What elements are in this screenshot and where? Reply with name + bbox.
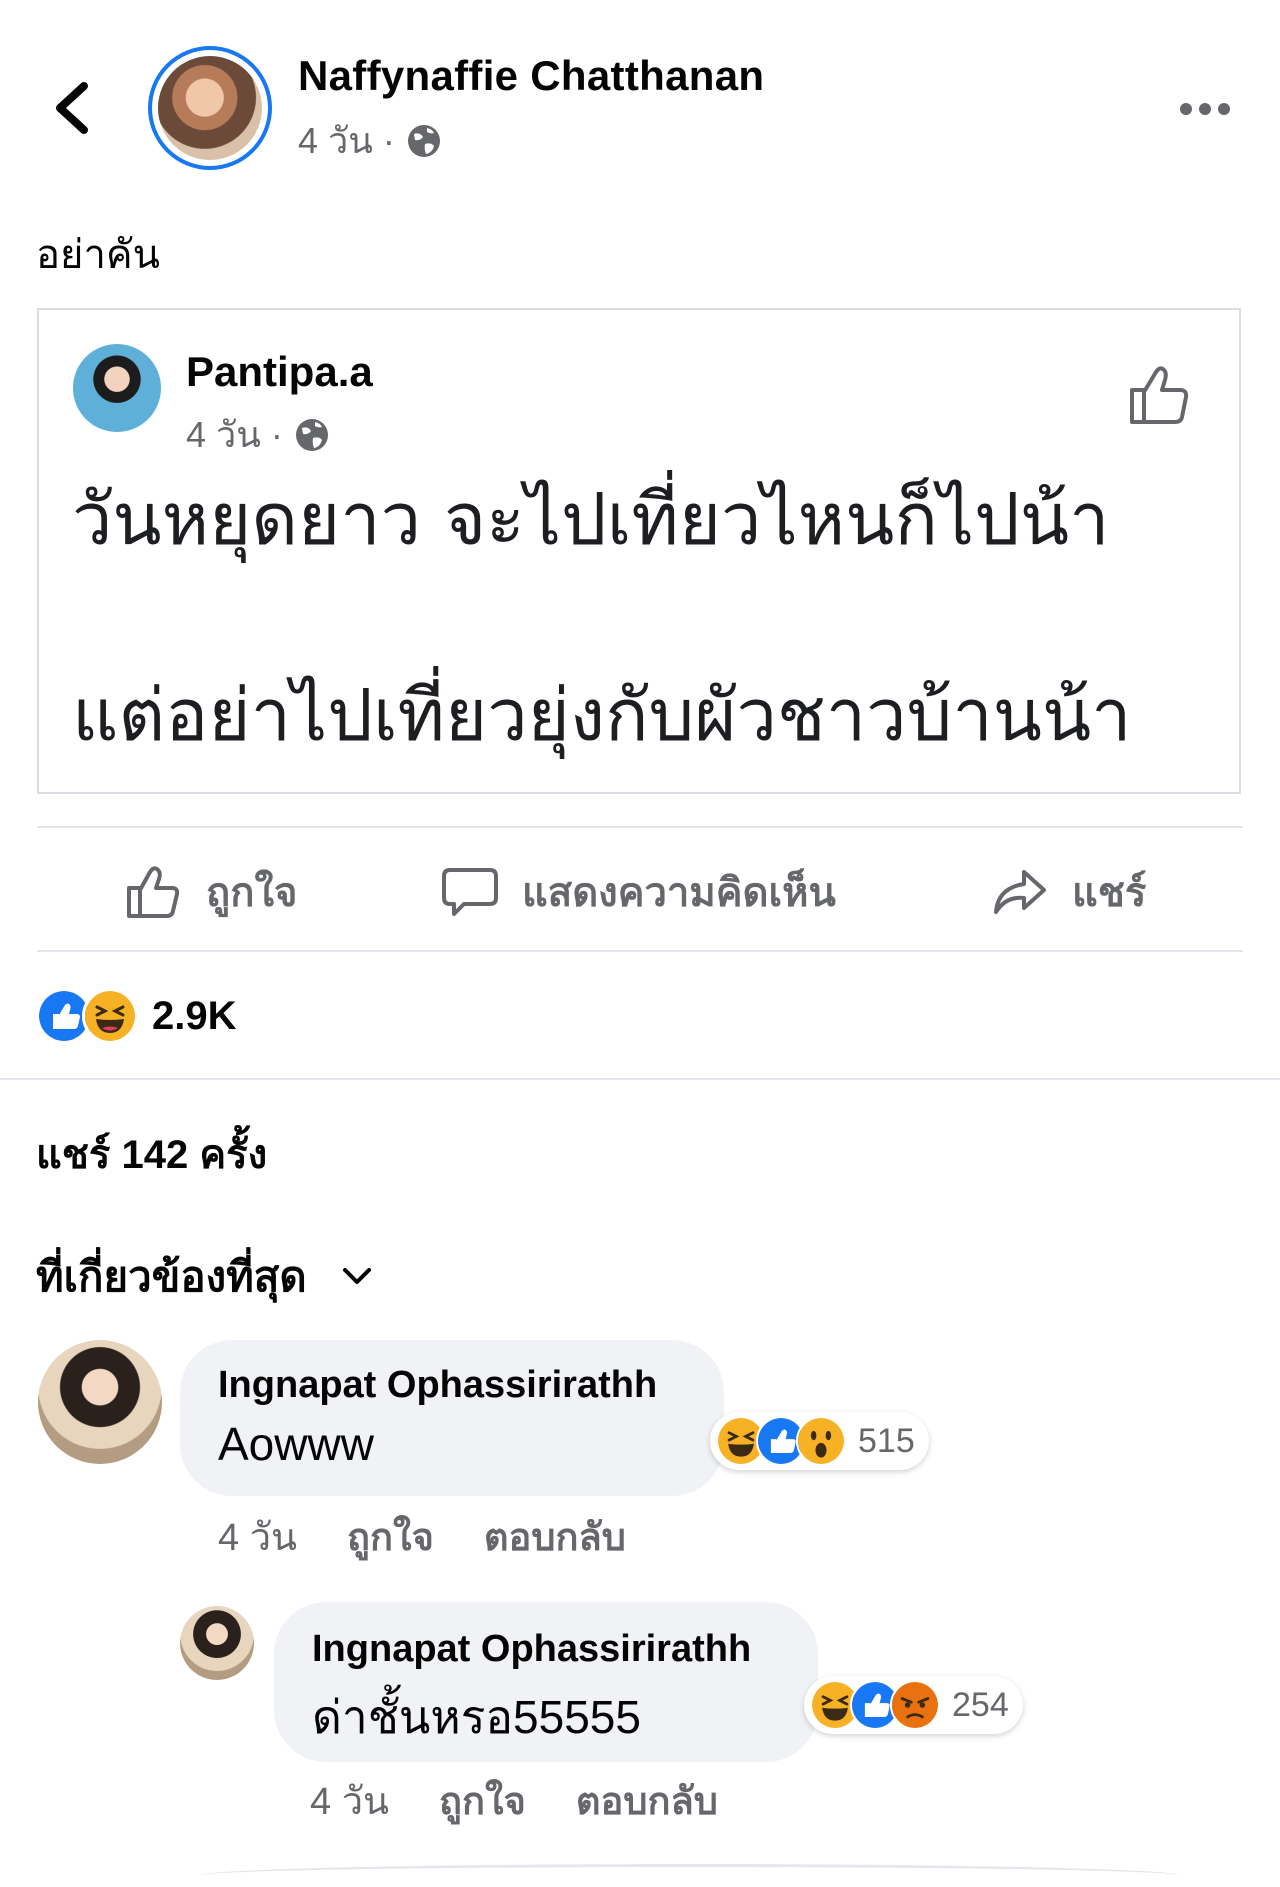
sort-label: ที่เกี่ยวข้องที่สุด (36, 1253, 307, 1300)
comment-reply-button[interactable]: ตอบกลับ (576, 1770, 718, 1831)
meta-separator: · (270, 413, 283, 455)
comment-text: Aowww (218, 1418, 374, 1470)
share-arrow-icon (994, 870, 1046, 914)
angry-icon (890, 1680, 940, 1730)
post-meta: 4 วัน · (298, 112, 443, 169)
commenter-avatar[interactable] (180, 1606, 254, 1680)
comment-sort-dropdown[interactable]: ที่เกี่ยวข้องที่สุด (36, 1244, 373, 1310)
like-label: ถูกใจ (206, 871, 298, 915)
comment-bubble[interactable]: Ingnapat Ophassirirathh ด่าชั้นหรอ55555 (274, 1602, 818, 1762)
comment-reactions[interactable]: 254 (804, 1676, 1023, 1734)
wow-icon (796, 1416, 846, 1466)
comment-icon (442, 868, 498, 916)
divider (0, 1078, 1280, 1080)
share-label: แชร์ (1072, 871, 1147, 915)
divider (37, 950, 1243, 952)
comment-reaction-count: 254 (952, 1685, 1009, 1724)
post-author-name[interactable]: Naffynaffie Chatthanan (298, 52, 764, 100)
comment-reply-button[interactable]: ตอบกลับ (484, 1506, 626, 1567)
globe-icon (295, 418, 328, 451)
more-options-icon[interactable] (1178, 96, 1232, 122)
comment-like-button[interactable]: ถูกใจ (347, 1506, 434, 1567)
comment-reaction-count: 515 (858, 1421, 915, 1460)
reactions-count: 2.9K (152, 993, 237, 1038)
post-time[interactable]: 4 วัน (298, 112, 373, 169)
comment-time[interactable]: 4 วัน (310, 1770, 389, 1831)
globe-icon (407, 124, 440, 157)
meta-separator: · (382, 119, 395, 161)
shared-author-name[interactable]: Pantipa.a (186, 348, 373, 396)
comment-actions: 4 วัน ถูกใจ ตอบกลับ (310, 1770, 718, 1831)
thumbs-up-icon[interactable] (1124, 360, 1194, 430)
share-button[interactable]: แชร์ (990, 860, 1146, 924)
comment-text: ด่าชั้นหรอ55555 (312, 1691, 641, 1743)
reactions-summary[interactable]: 2.9K (36, 988, 237, 1044)
comment-reactions[interactable]: 515 (710, 1412, 929, 1470)
shared-post-time[interactable]: 4 วัน (186, 406, 261, 463)
haha-icon (82, 988, 138, 1044)
next-comment-edge (200, 1864, 1180, 1887)
comment-time[interactable]: 4 วัน (218, 1506, 297, 1567)
shared-author-avatar[interactable] (73, 344, 161, 432)
shared-text-line: แต่อย่าไปเที่ยวยุ่งกับผัวชาวบ้านน้า (72, 673, 1132, 757)
back-arrow-icon[interactable] (48, 76, 100, 140)
like-button[interactable]: ถูกใจ (124, 860, 297, 924)
chevron-down-icon (342, 1268, 371, 1284)
comment-actions: 4 วัน ถูกใจ ตอบกลับ (218, 1506, 626, 1567)
comment-bubble[interactable]: Ingnapat Ophassirirathh Aowww (180, 1340, 724, 1496)
post-caption: อย่าคัน (36, 233, 161, 277)
author-avatar[interactable] (148, 46, 272, 170)
shared-post-text: วันหยุดยาว จะไปเที่ยวไหนก็ไปน้า แต่อย่าไ… (72, 470, 1192, 764)
thumbs-up-icon (127, 866, 180, 918)
divider (37, 826, 1243, 828)
shared-text-line: วันหยุดยาว จะไปเที่ยวไหนก็ไปน้า (72, 477, 1110, 561)
comment-button[interactable]: แสดงความคิดเห็น (440, 860, 836, 924)
shared-post-meta: 4 วัน · (186, 406, 331, 463)
comment-label: แสดงความคิดเห็น (522, 871, 836, 915)
comment-like-button[interactable]: ถูกใจ (439, 1770, 526, 1831)
commenter-avatar[interactable] (38, 1340, 162, 1464)
share-count[interactable]: แชร์ 142 ครั้ง (36, 1122, 267, 1186)
comment-author[interactable]: Ingnapat Ophassirirathh (312, 1628, 780, 1671)
comment-author[interactable]: Ingnapat Ophassirirathh (218, 1364, 686, 1407)
